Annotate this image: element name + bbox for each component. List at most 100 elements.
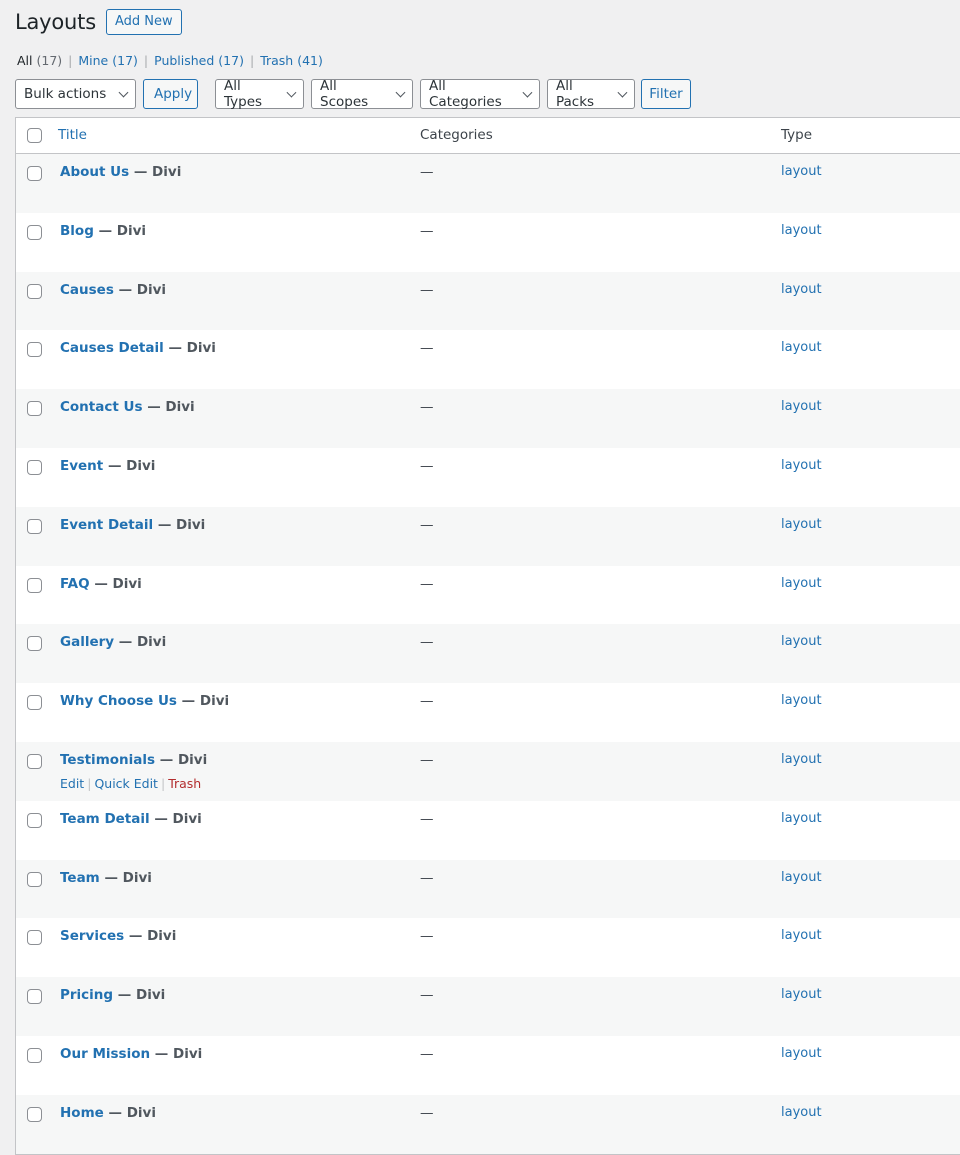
row-categories: — [420, 1045, 434, 1062]
row-title-link[interactable]: Team Detail [60, 811, 150, 827]
row-checkbox[interactable] [27, 401, 42, 417]
row-checkbox[interactable] [27, 459, 42, 475]
row-title: FAQ — Divi [60, 576, 142, 592]
row-title-link[interactable]: Event [60, 458, 103, 474]
row-checkbox[interactable] [27, 636, 42, 652]
view-mine[interactable]: Mine (17) [78, 53, 138, 68]
type-link[interactable]: layout [781, 1046, 822, 1061]
type-link[interactable]: layout [781, 223, 822, 238]
type-link[interactable]: layout [781, 282, 822, 297]
row-type: layout [781, 752, 822, 767]
types-filter-select[interactable]: All Types [215, 78, 304, 110]
row-checkbox[interactable] [27, 695, 42, 711]
row-title-link[interactable]: Event Detail [60, 517, 153, 533]
table-row: Causes — Divi — layout [16, 271, 960, 331]
post-state: — Divi [118, 281, 167, 298]
row-categories: — [420, 516, 434, 533]
row-checkbox[interactable] [27, 871, 42, 887]
row-type: layout [781, 1046, 822, 1061]
table-row: Team — Divi — layout [16, 859, 960, 919]
row-checkbox[interactable] [27, 224, 42, 240]
type-link[interactable]: layout [781, 576, 822, 591]
post-state: — Divi [168, 340, 216, 357]
row-title: Our Mission — Divi [60, 1046, 202, 1062]
type-link[interactable]: layout [781, 870, 822, 885]
row-title-link[interactable]: Causes [60, 282, 114, 298]
bulk-actions-select[interactable]: Bulk actions [15, 79, 136, 109]
row-title: Blog — Divi [60, 223, 146, 239]
row-categories: — [420, 987, 434, 1004]
row-type: layout [781, 928, 822, 943]
apply-button[interactable]: Apply [143, 79, 198, 109]
row-title-link[interactable]: Services [60, 928, 124, 944]
table-row: Why Choose Us — Divi — layout [16, 683, 960, 742]
row-checkbox[interactable] [27, 283, 42, 299]
separator: | [143, 53, 149, 68]
row-title-link[interactable]: Our Mission [60, 1046, 150, 1062]
post-state: — Divi [154, 810, 202, 827]
type-link[interactable]: layout [781, 340, 822, 355]
row-categories: — [420, 810, 434, 827]
packs-filter-select[interactable]: All Packs [547, 78, 635, 110]
row-title: Contact Us — Divi [60, 399, 195, 415]
row-categories: — [420, 399, 434, 416]
quick-edit-link[interactable]: Quick Edit [94, 776, 158, 791]
row-title-link[interactable]: Contact Us [60, 399, 143, 415]
row-categories: — [420, 693, 434, 710]
separator: | [68, 53, 73, 68]
type-link[interactable]: layout [781, 517, 822, 532]
type-link[interactable]: layout [781, 752, 822, 767]
row-title-link[interactable]: FAQ [60, 576, 90, 592]
view-trash[interactable]: Trash (41) [260, 53, 323, 68]
row-title: Services — Divi [60, 928, 176, 944]
type-link[interactable]: layout [781, 399, 822, 414]
row-title-link[interactable]: Why Choose Us [60, 693, 177, 709]
view-published[interactable]: Published (17) [154, 53, 244, 68]
row-type: layout [781, 987, 822, 1002]
row-checkbox[interactable] [27, 577, 42, 593]
chevron-down-icon [118, 87, 129, 97]
row-title-link[interactable]: Home [60, 1105, 104, 1121]
row-title: Causes Detail — Divi [60, 340, 216, 356]
row-checkbox[interactable] [27, 342, 42, 358]
row-title-link[interactable]: About Us [60, 164, 129, 180]
row-checkbox[interactable] [27, 930, 42, 946]
categories-filter-select[interactable]: All Categories [420, 78, 540, 110]
row-checkbox[interactable] [27, 166, 42, 181]
type-link[interactable]: layout [781, 987, 822, 1002]
type-link[interactable]: layout [781, 458, 822, 473]
row-checkbox[interactable] [27, 1106, 42, 1122]
filter-button[interactable]: Filter [641, 79, 691, 109]
row-title-link[interactable]: Blog [60, 223, 94, 239]
type-link[interactable]: layout [781, 811, 822, 826]
type-link[interactable]: layout [781, 693, 822, 708]
row-title: Team — Divi [60, 870, 152, 886]
type-link[interactable]: layout [781, 928, 822, 943]
row-checkbox[interactable] [27, 1047, 42, 1063]
row-type: layout [781, 693, 822, 708]
column-title-sort[interactable]: Title [58, 127, 87, 143]
scopes-filter-select[interactable]: All Scopes [311, 78, 413, 110]
row-title: Pricing — Divi [60, 987, 165, 1003]
row-categories: — [420, 869, 434, 886]
view-all[interactable]: All (17) [17, 53, 62, 68]
row-title-link[interactable]: Gallery [60, 634, 114, 650]
row-checkbox[interactable] [27, 812, 42, 828]
table-row: FAQ — Divi — layout [16, 566, 960, 625]
trash-link[interactable]: Trash [168, 776, 201, 791]
row-checkbox[interactable] [27, 989, 42, 1005]
row-title-link[interactable]: Team [60, 870, 100, 886]
row-title-link[interactable]: Causes Detail [60, 340, 164, 356]
row-checkbox[interactable] [27, 753, 42, 769]
row-title-link[interactable]: Testimonials [60, 752, 155, 768]
type-link[interactable]: layout [781, 634, 822, 649]
select-all-checkbox[interactable] [27, 128, 42, 143]
type-link[interactable]: layout [781, 164, 822, 179]
table-row: Event Detail — Divi — layout [16, 506, 960, 566]
edit-link[interactable]: Edit [60, 776, 84, 791]
type-link[interactable]: layout [781, 1105, 822, 1120]
add-new-button[interactable]: Add New [105, 9, 182, 35]
row-title-link[interactable]: Pricing [60, 987, 113, 1003]
row-type: layout [781, 576, 822, 591]
row-checkbox[interactable] [27, 518, 42, 534]
